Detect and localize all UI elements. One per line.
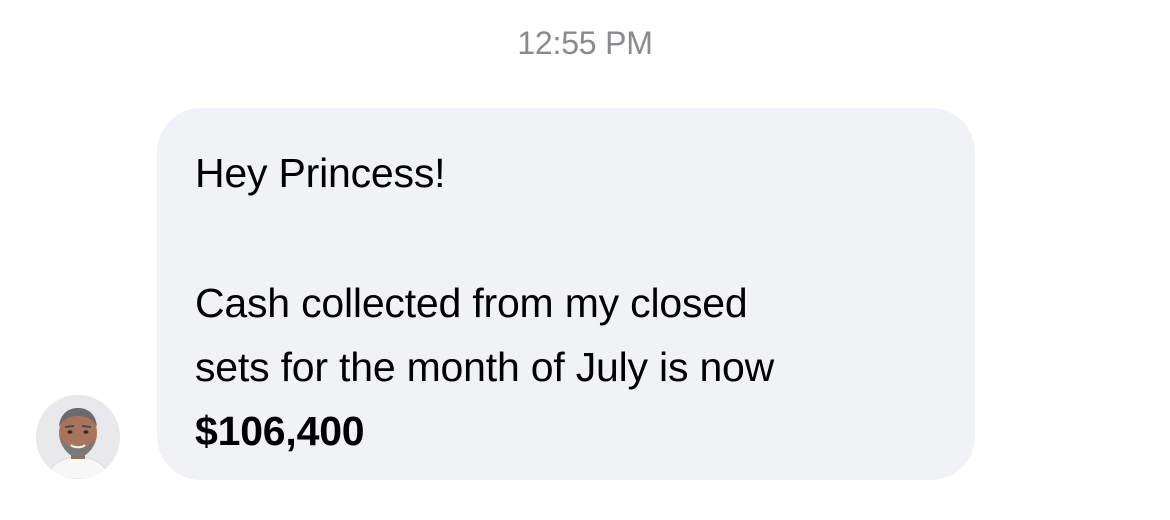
message-timestamp: 12:55 PM xyxy=(517,25,653,61)
message-body-line-1: Cash collected from my closed xyxy=(195,280,748,326)
message-amount: $106,400 xyxy=(195,408,365,454)
sender-avatar[interactable] xyxy=(36,395,120,479)
received-message-bubble[interactable]: Hey Princess! Cash collected from my clo… xyxy=(157,108,975,480)
message-body-line-2: sets for the month of July is now xyxy=(195,344,775,390)
message-greeting: Hey Princess! xyxy=(195,150,446,196)
person-avatar-icon xyxy=(36,395,120,479)
